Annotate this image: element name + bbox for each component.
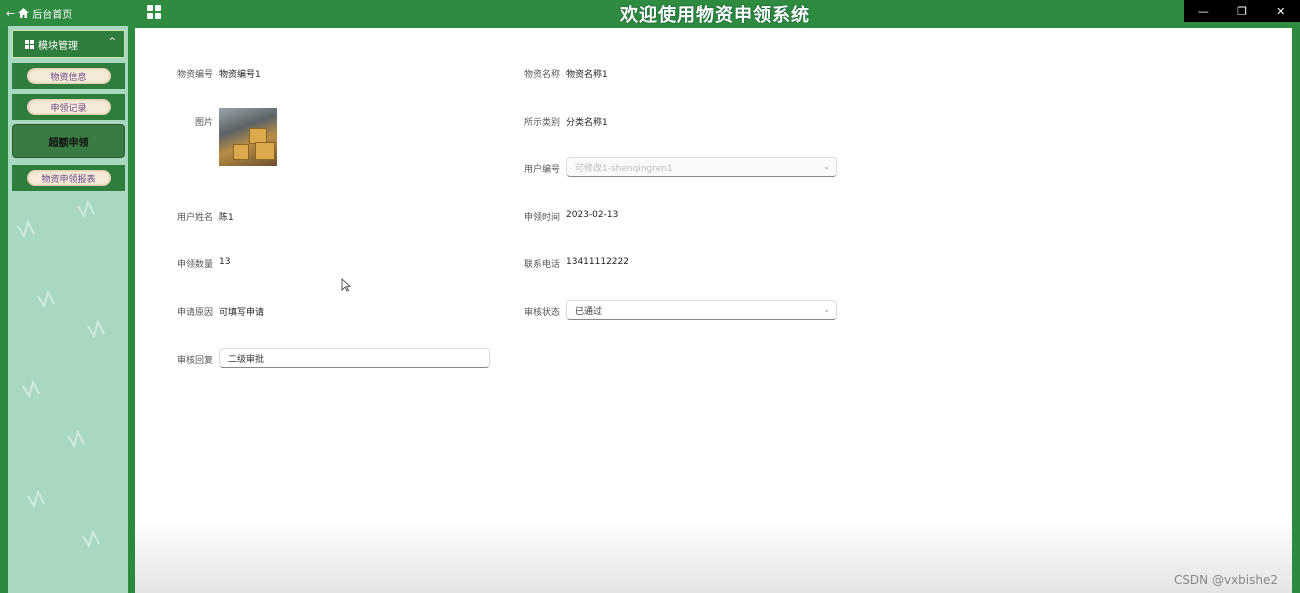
user-name-label: 用户姓名 [176, 213, 213, 223]
app-title: 欢迎使用物资申领系统 [620, 5, 810, 26]
top-bar: ← 后台首页 欢迎使用物资申领系统 [0, 0, 1300, 28]
sidebar-item-label: 申领记录 [26, 99, 111, 115]
apply-qty-value: 13 [219, 257, 231, 267]
picture-label: 图片 [194, 118, 213, 128]
chevron-down-icon: ⌄ [823, 162, 830, 171]
item-code-label: 物资编号 [176, 70, 213, 80]
section-label: 模块管理 [38, 40, 78, 52]
sidebar: 模块管理 ^ 物资信息 申领记录 超额申领 物资申领报表 [8, 26, 128, 593]
item-name-label: 物资名称 [523, 70, 560, 80]
reason-label: 申请原因 [176, 308, 213, 318]
user-id-value: 可修改1-shenqingren1 [575, 163, 673, 174]
grass-pattern-icon [17, 199, 105, 549]
restore-button[interactable]: ❐ [1223, 0, 1262, 22]
chevron-up-icon: ^ [108, 37, 116, 47]
sidebar-item-label: 物资申领报表 [26, 170, 111, 186]
chevron-down-icon: ⌄ [823, 305, 830, 314]
window-controls: — ❐ ✕ [1184, 0, 1300, 22]
right-edge [1292, 28, 1300, 593]
item-name-value: 物资名称1 [566, 70, 608, 80]
module-management-header[interactable]: 模块管理 ^ [12, 30, 125, 58]
audit-reply-value: 二级审批 [228, 354, 265, 365]
audit-status-value: 已通过 [575, 306, 603, 317]
category-label: 所示类别 [523, 118, 560, 128]
mouse-cursor-icon [341, 278, 351, 292]
audit-reply-label: 审核回复 [176, 356, 213, 366]
sidebar-item-label: 物资信息 [26, 68, 111, 84]
sidebar-item-records[interactable]: 申领记录 [12, 94, 125, 120]
phone-value: 13411112222 [566, 257, 629, 267]
main-panel: 物资编号 物资编号1 物资名称 物资名称1 图片 所示类别 分类名称1 用户编号… [135, 28, 1292, 593]
audit-status-label: 审核状态 [523, 308, 560, 318]
item-code-value: 物资编号1 [219, 70, 261, 80]
phone-label: 联系电话 [523, 260, 560, 270]
close-button[interactable]: ✕ [1261, 0, 1300, 22]
grid-icon [25, 39, 34, 49]
audit-reply-input[interactable]: 二级审批 [219, 348, 490, 368]
sidebar-item-materials[interactable]: 物资信息 [12, 63, 125, 89]
apply-qty-label: 申领数量 [176, 260, 213, 270]
item-picture[interactable] [219, 108, 277, 166]
sidebar-item-label: 超额申领 [48, 137, 89, 149]
apply-time-value: 2023-02-13 [566, 210, 619, 220]
watermark: CSDN @vxbishe2 [1173, 573, 1278, 587]
reason-value: 可填写申请 [219, 308, 265, 318]
user-id-select[interactable]: 可修改1-shenqingren1 ⌄ [566, 157, 837, 177]
sidebar-item-report[interactable]: 物资申领报表 [12, 165, 125, 191]
apply-time-label: 申领时间 [523, 213, 560, 223]
category-value: 分类名称1 [566, 118, 608, 128]
minimize-button[interactable]: — [1184, 0, 1223, 22]
user-id-label: 用户编号 [523, 165, 560, 175]
sidebar-item-excess[interactable]: 超额申领 [12, 124, 125, 158]
audit-status-select[interactable]: 已通过 ⌄ [566, 300, 837, 320]
user-name-value: 陈1 [219, 213, 234, 223]
